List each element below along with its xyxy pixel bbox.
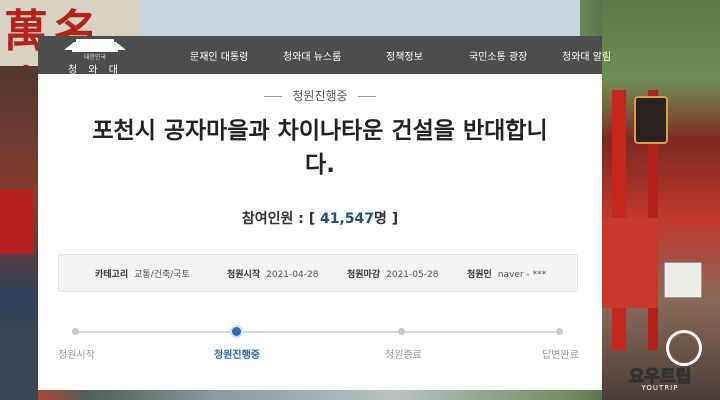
petition-panel: 대한민국 청 와 대 문재인 대통령 청와대 뉴스룸 정책정보 국민소통 광장 … (38, 36, 611, 390)
step-label-answered: 답변완료 (542, 350, 579, 361)
info-label: 청원인 (467, 270, 492, 280)
background-sky (140, 0, 580, 40)
nav-item-notice[interactable]: 청와대 알림 (562, 48, 611, 63)
nav-item-policy[interactable]: 정책정보 (386, 48, 423, 63)
background-signpost (664, 262, 702, 298)
info-label: 청원마감 (347, 270, 381, 280)
info-petitioner: 청원인 naver - *** (467, 267, 546, 280)
logo-name: 청 와 대 (68, 65, 122, 76)
divider (357, 96, 376, 97)
info-label: 카테고리 (95, 270, 129, 280)
nav-item-newsroom[interactable]: 청와대 뉴스룸 (283, 48, 341, 63)
info-value: naver - *** (497, 270, 547, 280)
info-start-date: 청원시작 2021-04-28 (227, 267, 318, 280)
step-label-closed: 청원종료 (385, 350, 422, 361)
petition-title: 포천시 공자마을과 차이나타운 건설을 반대합니다. (92, 118, 548, 178)
background-bottom-left (0, 330, 38, 400)
progress-track (75, 331, 561, 333)
info-label: 청원시작 (227, 270, 261, 280)
step-label-start: 청원시작 (58, 350, 95, 361)
step-dot-in-progress (230, 325, 243, 338)
background-banner (602, 218, 658, 308)
step-dot-answered (556, 328, 563, 335)
site-logo[interactable]: 대한민국 청 와 대 (52, 36, 138, 76)
blue-house-roof-icon (64, 39, 126, 52)
logo-subtitle: 대한민국 (83, 54, 107, 61)
participants-suffix: 명 ] (374, 211, 399, 227)
watermark-subtext: YOUTRIP (641, 384, 679, 392)
info-value: 2021-05-28 (386, 270, 439, 280)
info-end-date: 청원마감 2021-05-28 (347, 267, 438, 280)
watermark: 요우트립 YOUTRIP (604, 328, 716, 396)
petition-progress: 청원시작 청원진행중 청원종료 답변완료 (38, 320, 602, 380)
participants-label: 참여인원 : [ (241, 211, 320, 227)
divider (264, 96, 283, 97)
background-lantern (634, 96, 668, 144)
top-navigation: 대한민국 청 와 대 문재인 대통령 청와대 뉴스룸 정책정보 국민소통 광장 … (38, 36, 611, 76)
info-category: 카테고리 교통/건축/국토 (95, 267, 190, 280)
petition-status-text: 청원진행중 (292, 89, 348, 103)
info-value: 교통/건축/국토 (134, 270, 190, 280)
petition-status: 청원진행중 (38, 87, 602, 104)
step-dot-start (72, 328, 79, 335)
watermark-logo-icon (666, 330, 702, 366)
nav-item-president[interactable]: 문재인 대통령 (190, 48, 248, 63)
background-red-board (0, 190, 34, 254)
nav-item-plaza[interactable]: 국민소통 광장 (469, 48, 527, 63)
participants: 참여인원 : [ 41,547명 ] (38, 208, 602, 228)
petition-info-box: 카테고리 교통/건축/국토 청원시작 2021-04-28 청원마감 2021-05-… (58, 254, 578, 292)
info-value: 2021-04-28 (266, 270, 319, 280)
step-label-in-progress: 청원진행중 (214, 350, 260, 361)
participants-count: 41,547 (319, 211, 374, 227)
step-dot-closed (398, 328, 405, 335)
